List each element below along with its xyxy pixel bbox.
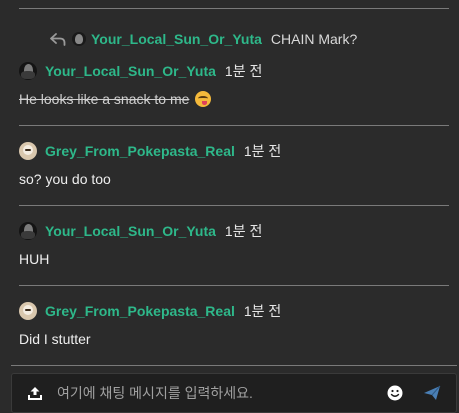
- upload-icon: [28, 387, 42, 400]
- message-author[interactable]: Grey_From_Pokepasta_Real: [45, 143, 235, 159]
- message-text: so? you do too: [19, 171, 111, 187]
- message-author[interactable]: Your_Local_Sun_Or_Yuta: [45, 223, 216, 239]
- message-text: He looks like a snack to me: [19, 91, 190, 107]
- avatar[interactable]: [19, 142, 37, 160]
- avatar[interactable]: [19, 302, 37, 320]
- smiley-icon: [387, 385, 403, 401]
- chat-message-input[interactable]: [55, 377, 386, 409]
- reply-avatar: [72, 32, 86, 46]
- divider: [19, 8, 449, 9]
- message-text: HUH: [19, 251, 50, 267]
- send-icon: [424, 385, 441, 400]
- message-body: so? you do too: [19, 171, 111, 187]
- upload-button[interactable]: [25, 383, 45, 403]
- reply-arrow-icon: [50, 33, 66, 46]
- emoji-button[interactable]: [386, 384, 404, 402]
- savoring-food-emoji-icon: [195, 91, 212, 107]
- reply-reference[interactable]: Your_Local_Sun_Or_Yuta CHAIN Mark?: [50, 29, 357, 49]
- divider: [19, 125, 449, 126]
- message-header: Grey_From_Pokepasta_Real 1분 전: [19, 141, 281, 161]
- message-body: HUH: [19, 251, 49, 267]
- message-author[interactable]: Your_Local_Sun_Or_Yuta: [45, 63, 216, 79]
- send-button[interactable]: [422, 383, 442, 403]
- message-text: Did I stutter: [19, 331, 91, 347]
- message-body: He looks like a snack to me: [19, 91, 212, 107]
- message-time: 1분 전: [243, 143, 282, 159]
- divider: [11, 365, 457, 366]
- message-time: 1분 전: [224, 63, 263, 79]
- message-author[interactable]: Grey_From_Pokepasta_Real: [45, 303, 235, 319]
- avatar[interactable]: [19, 222, 37, 240]
- message-body: Did I stutter: [19, 331, 91, 347]
- chat-input-bar: [11, 373, 457, 413]
- reply-text: CHAIN Mark?: [270, 31, 358, 47]
- message-header: Grey_From_Pokepasta_Real 1분 전: [19, 301, 281, 321]
- divider: [19, 205, 449, 206]
- avatar[interactable]: [19, 62, 37, 80]
- message-header: Your_Local_Sun_Or_Yuta 1분 전: [19, 221, 262, 241]
- divider: [19, 285, 449, 286]
- message-header: Your_Local_Sun_Or_Yuta 1분 전: [19, 61, 262, 81]
- reply-author[interactable]: Your_Local_Sun_Or_Yuta: [91, 31, 262, 47]
- message-time: 1분 전: [243, 303, 282, 319]
- message-time: 1분 전: [224, 223, 263, 239]
